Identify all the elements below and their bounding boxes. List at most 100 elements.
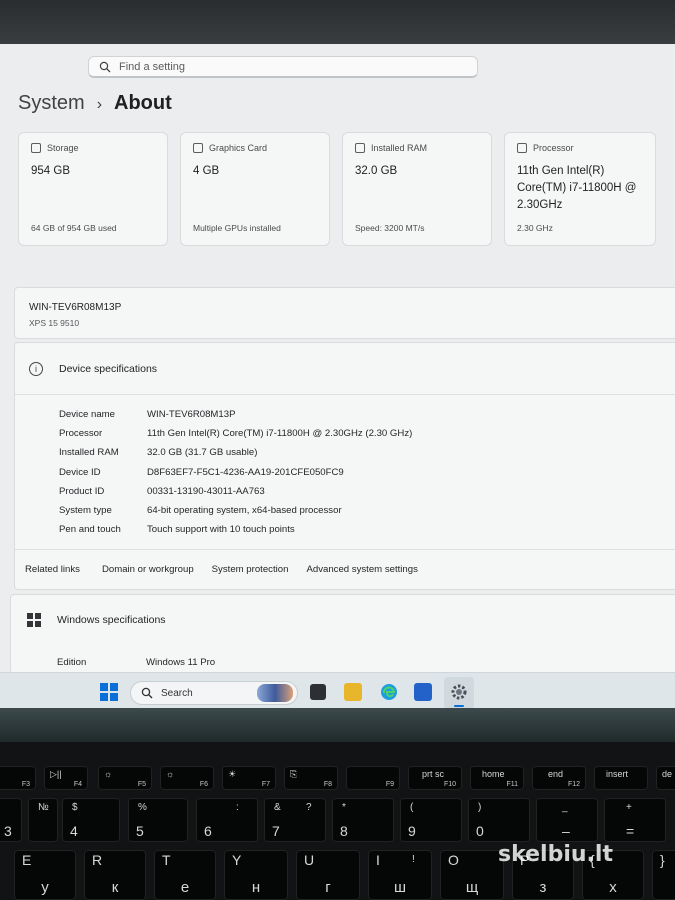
key-t[interactable]: Tе xyxy=(154,850,216,900)
key-f7[interactable]: ☀ F7 xyxy=(222,766,276,790)
photo-bezel xyxy=(0,0,675,48)
key-0[interactable]: ) 0 xyxy=(468,798,530,842)
key-3[interactable]: 3 xyxy=(0,798,22,842)
spec-value: 00331-13190-43011-AA763 xyxy=(147,485,265,497)
key-right-brace[interactable]: } xyxy=(652,850,675,900)
key-f5[interactable]: ☼ F5 xyxy=(98,766,152,790)
spec-key: Device ID xyxy=(59,466,101,478)
storage-value: 954 GB xyxy=(31,165,70,177)
windows-specifications-header[interactable]: Windows specifications xyxy=(27,613,166,627)
spec-key: Product ID xyxy=(59,485,105,497)
spec-row: Pen and touch Touch support with 10 touch… xyxy=(59,520,412,539)
key-question-mark: ? xyxy=(306,802,312,813)
settings-window: Find a setting System › About Storage 95… xyxy=(0,44,675,712)
spec-row: Processor 11th Gen Intel(R) Core(TM) i7-1… xyxy=(59,424,412,443)
file-explorer-icon[interactable] xyxy=(344,683,362,701)
storage-icon xyxy=(31,143,41,153)
processor-value: 11th Gen Intel(R) Core(TM) i7-11800H @ 2… xyxy=(517,165,637,211)
ram-value: 32.0 GB xyxy=(355,165,398,177)
search-box[interactable]: Find a setting xyxy=(88,56,478,78)
key-f8[interactable]: ⎘ F8 xyxy=(284,766,338,790)
windows-specifications-title: Windows specifications xyxy=(57,614,166,626)
breadcrumb-separator: › xyxy=(96,96,103,113)
key-y[interactable]: Yн xyxy=(224,850,288,900)
start-button-icon[interactable] xyxy=(100,683,118,701)
storage-label: Storage xyxy=(47,143,79,153)
key-f10[interactable]: prt sc F10 xyxy=(408,766,462,790)
spec-value: 64-bit operating system, x64-based proce… xyxy=(147,505,342,517)
spec-row: Product ID 00331-13190-43011-AA763 xyxy=(59,482,412,501)
windows-specifications-panel: Windows specifications Edition Windows 1… xyxy=(10,594,675,674)
device-specifications-title: Device specifications xyxy=(59,362,158,375)
search-icon xyxy=(99,61,111,72)
taskbar-search-label: Search xyxy=(161,687,193,699)
spec-row: Installed RAM 32.0 GB (31.7 GB usable) xyxy=(59,443,412,462)
advanced-system-settings-link[interactable]: Advanced system settings xyxy=(306,564,417,575)
device-model: XPS 15 9510 xyxy=(29,318,80,328)
key-f6[interactable]: ☼ F6 xyxy=(160,766,214,790)
edge-browser-icon[interactable] xyxy=(380,683,398,701)
key-e[interactable]: Eу xyxy=(14,850,76,900)
key-4[interactable]: $4 xyxy=(62,798,120,842)
ram-card-header: Installed RAM xyxy=(355,143,427,153)
graphics-card-header: Graphics Card xyxy=(193,143,267,153)
edition-row: Edition Windows 11 Pro xyxy=(57,657,215,668)
domain-or-workgroup-link[interactable]: Domain or workgroup xyxy=(102,564,194,575)
key-8[interactable]: * 8 xyxy=(332,798,394,842)
storage-card-header: Storage xyxy=(31,143,79,153)
taskbar: Search xyxy=(0,672,675,712)
processor-card[interactable]: Processor 11th Gen Intel(R) Core(TM) i7-… xyxy=(504,132,656,246)
related-links-label: Related links xyxy=(25,564,80,575)
processor-label: Processor xyxy=(533,143,574,153)
key-o[interactable]: Oщ xyxy=(440,850,504,900)
key-delete[interactable]: de xyxy=(656,766,675,790)
ram-card[interactable]: Installed RAM 32.0 GB Speed: 3200 MT/s xyxy=(342,132,492,246)
edition-label: Edition xyxy=(57,657,87,668)
ram-sub: Speed: 3200 MT/s xyxy=(355,223,425,233)
key-f9[interactable]: F9 xyxy=(346,766,400,790)
device-name: WIN-TEV6R08M13P xyxy=(29,302,122,313)
system-protection-link[interactable]: System protection xyxy=(212,564,289,575)
key-9[interactable]: (9 xyxy=(400,798,462,842)
windows-logo-icon xyxy=(27,613,41,627)
spec-value: 32.0 GB (31.7 GB usable) xyxy=(147,447,258,459)
key-r[interactable]: Rк xyxy=(84,850,146,900)
settings-gear-icon[interactable] xyxy=(450,683,468,701)
breadcrumb-system[interactable]: System xyxy=(18,92,85,115)
page-title: About xyxy=(114,92,172,114)
key-f3[interactable]: F3 xyxy=(0,766,36,790)
info-icon: i xyxy=(29,361,43,376)
key-5[interactable]: % 5 xyxy=(128,798,188,842)
key-insert[interactable]: insert xyxy=(594,766,648,790)
key-f12[interactable]: end F12 xyxy=(532,766,586,790)
key-f4[interactable]: ▷|| F4 xyxy=(44,766,88,790)
key-7[interactable]: & 7? xyxy=(264,798,326,842)
taskbar-search[interactable]: Search xyxy=(130,681,298,705)
microsoft-store-icon[interactable] xyxy=(414,683,432,701)
key-equals[interactable]: + = xyxy=(604,798,666,842)
key-minus[interactable]: _ – xyxy=(536,798,598,842)
graphics-card-card[interactable]: Graphics Card 4 GB Multiple GPUs install… xyxy=(180,132,330,246)
key-u[interactable]: Uг xyxy=(296,850,360,900)
processor-icon xyxy=(517,143,527,153)
spec-key: Installed RAM xyxy=(59,447,119,459)
key-numero[interactable]: № xyxy=(28,798,58,842)
device-specifications-header[interactable]: i Device specifications xyxy=(15,343,675,395)
processor-sub: 2.30 GHz xyxy=(517,223,553,233)
search-icon xyxy=(141,687,153,699)
spec-row: Device name WIN-TEV6R08M13P xyxy=(59,405,412,424)
spec-rows: Device name WIN-TEV6R08M13P Processor 11th… xyxy=(59,405,412,539)
ram-icon xyxy=(355,143,365,153)
search-placeholder: Find a setting xyxy=(119,60,186,73)
spec-key: Device name xyxy=(59,409,115,421)
device-name-panel: WIN-TEV6R08M13P XPS 15 9510 xyxy=(14,287,675,339)
key-6[interactable]: :6 xyxy=(196,798,258,842)
storage-card[interactable]: Storage 954 GB 64 GB of 954 GB used xyxy=(18,132,168,246)
task-view-icon[interactable] xyxy=(310,684,326,700)
key-f11[interactable]: home F11 xyxy=(470,766,524,790)
spec-value: Touch support with 10 touch points xyxy=(147,524,295,536)
key-i[interactable]: Iш! xyxy=(368,850,432,900)
spec-key: System type xyxy=(59,505,112,517)
device-specifications-panel: i Device specifications Device name WIN-T… xyxy=(14,342,675,590)
key-exclamation: ! xyxy=(412,854,415,865)
